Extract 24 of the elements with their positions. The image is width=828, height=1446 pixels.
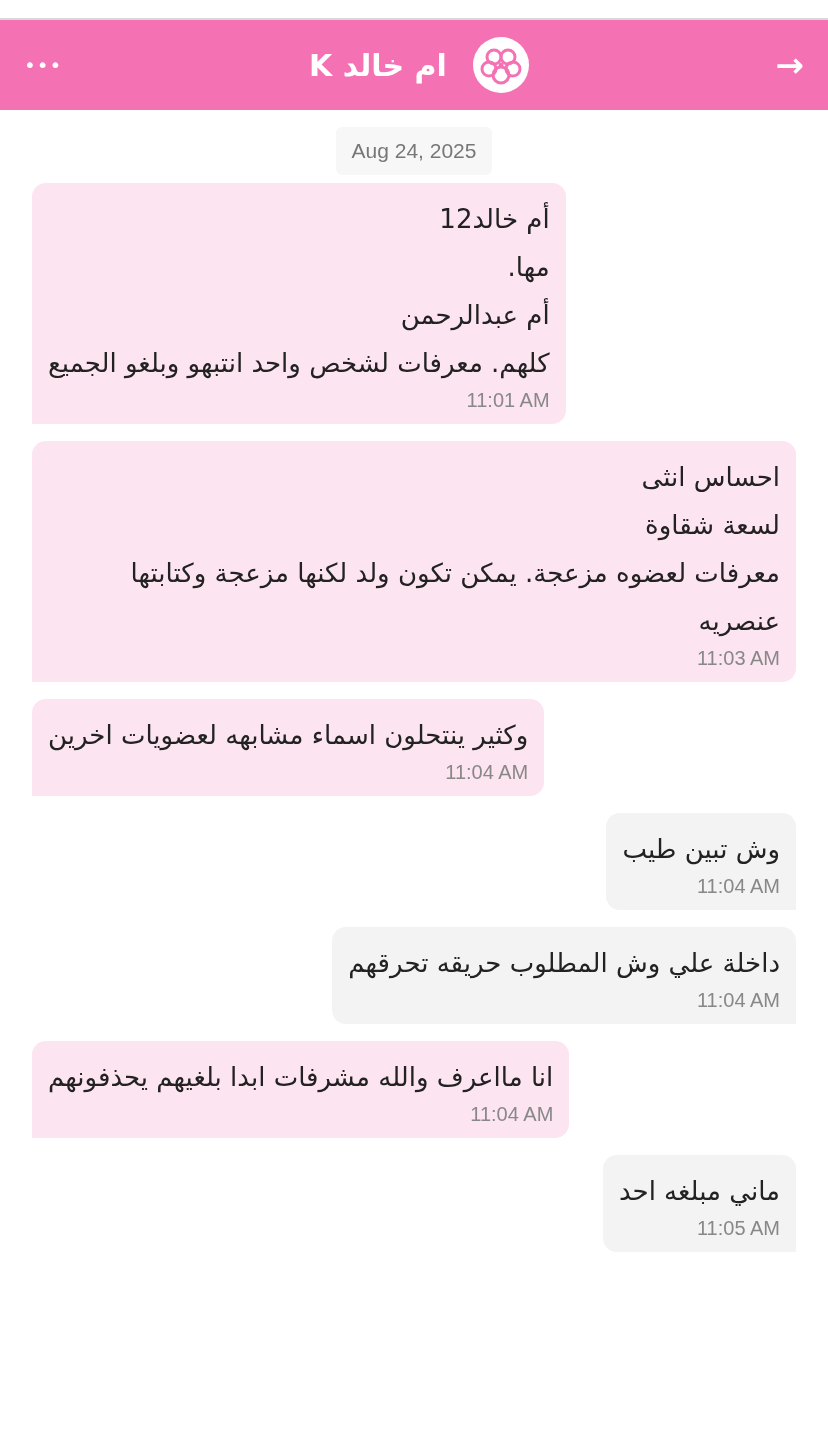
flower-avatar-icon	[472, 37, 529, 93]
message-time: 11:04 AM	[470, 1103, 554, 1126]
message-text: داخلة علي وش المطلوب حريقه تحرقهم	[348, 947, 780, 981]
message-time: 11:01 AM	[466, 389, 550, 412]
message-text: مها.	[506, 251, 550, 285]
message-text: كلهم. معرفات لشخص واحد انتبهو وبلغو الجميع	[48, 347, 550, 381]
back-arrow-icon[interactable]: →	[775, 45, 804, 85]
message-time: 11:04 AM	[696, 875, 780, 898]
message-text: معرفات لعضوه مزعجة. يمكن تكون ولد لكنها مزعجة وكتابتها عنصريه	[129, 557, 780, 639]
message-text: أم خالد12	[438, 201, 550, 236]
chat-title: ام خالد K	[309, 47, 447, 83]
message-text: ماني مبلغه احد	[618, 1175, 780, 1208]
message-text: لسعة شقاوة	[644, 509, 780, 543]
message-text: احساس انثى	[640, 461, 780, 494]
message-text: وش تبين طيب	[622, 833, 780, 867]
message-text: وكثير ينتحلون اسماء مشابهه لعضويات اخرين	[48, 719, 529, 753]
menu-icon[interactable]: •••	[24, 53, 63, 77]
message-time: 11:04 AM	[696, 989, 780, 1012]
message-time: 11:04 AM	[445, 761, 529, 784]
message-time: 11:05 AM	[696, 1217, 780, 1240]
message-text: أم عبدالرحمن	[399, 297, 550, 333]
date-chip: Aug 24, 2025	[335, 127, 493, 175]
message-time: 11:03 AM	[696, 647, 780, 670]
message-text: انا مااعرف والله مشرفات ابدا بلغيهم يحذفونهم	[48, 1061, 554, 1095]
